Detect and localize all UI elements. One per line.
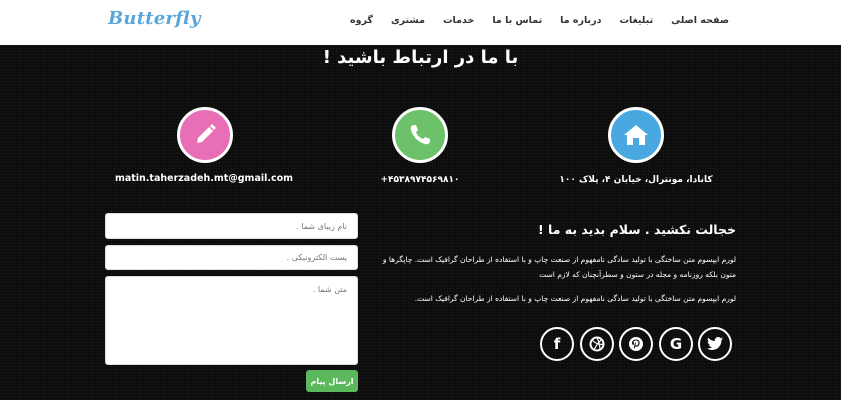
send-message-button[interactable]: ارسال پیام [306, 370, 358, 392]
nav-item-customer[interactable]: مشتری [391, 15, 425, 26]
nav-item-about[interactable]: درباره ما [560, 15, 601, 26]
main-nav: صفحه اصلی تبلیغات درباره ما تماس با ما خ… [332, 15, 729, 26]
section-heading: خجالت نکشید . سلام بدید به ما ! [537, 222, 736, 237]
message-textarea[interactable] [105, 276, 358, 365]
contact-section: با ما در ارتباط باشید ! کانادا، مونترال،… [0, 45, 841, 400]
phone-icon [410, 125, 430, 145]
nav-item-home[interactable]: صفحه اصلی [671, 15, 729, 26]
page-title: با ما در ارتباط باشید ! [322, 47, 519, 68]
google-button[interactable]: G [659, 327, 693, 361]
top-navbar: Butterfly صفحه اصلی تبلیغات درباره ما تم… [0, 0, 841, 45]
email-text: matin.taherzadeh.mt@gmail.com [114, 173, 294, 184]
email-input[interactable] [105, 245, 358, 270]
phone-icon-circle [392, 107, 448, 163]
pencil-icon [197, 124, 216, 143]
dribbble-button[interactable] [580, 327, 614, 361]
name-input[interactable] [105, 213, 358, 239]
nav-item-group[interactable]: گروه [350, 15, 373, 26]
pinterest-button[interactable] [619, 327, 653, 361]
email-icon-circle [177, 107, 233, 163]
twitter-button[interactable] [698, 327, 732, 361]
facebook-button[interactable]: f [540, 327, 574, 361]
pinterest-icon [629, 337, 643, 351]
google-icon: G [669, 335, 683, 353]
description-paragraph-1: لورم ایپسوم متن ساختگی با تولید سادگی نا… [382, 255, 736, 279]
twitter-icon [707, 337, 723, 350]
phone-text: +۴۵۳۸۹۷۴۵۶۹۸۱۰ [380, 175, 460, 185]
description-paragraph-2: لورم ایپسوم متن ساختگی با تولید سادگی نا… [414, 294, 736, 303]
nav-item-services[interactable]: خدمات [443, 15, 474, 26]
address-text: کانادا، مونترال، خیابان ۴، پلاک ۱۰۰ [559, 175, 713, 185]
home-icon-circle [608, 107, 664, 163]
facebook-icon: f [553, 335, 561, 353]
home-icon [624, 125, 648, 145]
dribbble-icon [589, 336, 605, 352]
nav-item-contact[interactable]: تماس با ما [492, 15, 542, 26]
nav-item-ads[interactable]: تبلیغات [619, 15, 653, 26]
logo[interactable]: Butterfly [108, 8, 201, 29]
